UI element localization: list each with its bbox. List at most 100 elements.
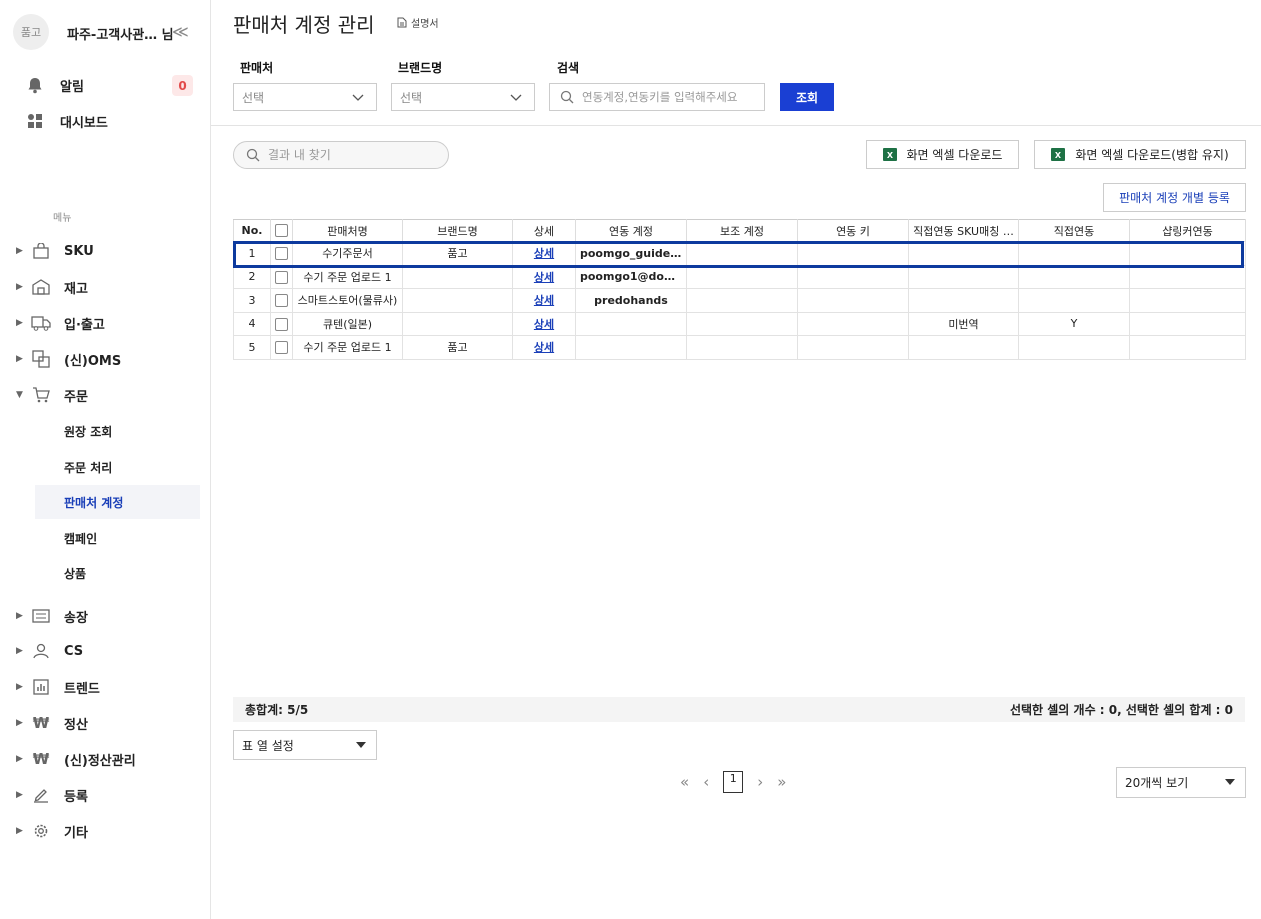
nav-label: (신)OMS [64, 353, 122, 369]
cell-detail-link[interactable]: 상세 [512, 288, 576, 313]
cell-checkbox[interactable] [270, 335, 293, 360]
col-header-detail[interactable]: 상세 [512, 219, 576, 242]
alerts-item[interactable]: 알림 [24, 73, 84, 97]
svg-text:X: X [1055, 151, 1062, 160]
current-page[interactable]: 1 [723, 771, 744, 793]
cell-checkbox[interactable] [270, 288, 293, 313]
cell-brand: 품고 [402, 335, 513, 360]
subnav-seller-account[interactable]: 판매처 계정 [35, 485, 200, 519]
chevron-right-icon: ▶ [16, 611, 23, 621]
seller-select-value: 선택 [242, 90, 265, 105]
prev-page-icon[interactable]: ‹ [703, 773, 709, 791]
total-count: 총합계: 5/5 [245, 703, 309, 717]
col-header-seller[interactable]: 판매처명 [292, 219, 403, 242]
nav-new-settlement[interactable]: ▶ ₩ (신)정산관리 [16, 747, 136, 771]
cell-detail-link[interactable]: 상세 [512, 311, 576, 336]
cell-detail-link[interactable]: 상세 [512, 335, 576, 360]
bag-icon [30, 242, 52, 260]
nav-label: 재고 [64, 281, 88, 297]
cell-sku-matching [908, 264, 1019, 289]
manual-link[interactable]: 설명서 [397, 15, 439, 30]
column-settings-select[interactable]: 표 열 설정 [233, 730, 377, 760]
table-row[interactable]: 3 스마트스토어(물류사) 상세 predohands [233, 288, 1246, 313]
nav-inout[interactable]: ▶ 입·출고 [16, 311, 105, 335]
nav-settlement[interactable]: ▶ ₩ 정산 [16, 711, 88, 735]
col-header-brand[interactable]: 브랜드명 [402, 219, 513, 242]
cell-detail-link[interactable]: 상세 [512, 264, 576, 289]
cell-account: predohands [575, 288, 687, 313]
dashboard-item[interactable]: 대시보드 [24, 109, 108, 133]
col-header-shoplinker[interactable]: 샵링커연동 [1129, 219, 1246, 242]
caret-down-icon [356, 742, 366, 748]
find-in-results-input[interactable] [268, 148, 438, 162]
brand-select[interactable]: 선택 [391, 83, 535, 111]
next-page-icon[interactable]: › [757, 773, 763, 791]
col-header-account[interactable]: 연동 계정 [575, 219, 687, 242]
nav-trend[interactable]: ▶ 트렌드 [16, 675, 100, 699]
table-row[interactable]: 2 수기 주문 업로드 1 상세 poomgo1@doha… [233, 264, 1246, 289]
table-row[interactable]: 1 수기주문서 품고 상세 poomgo_guide@… [233, 241, 1246, 266]
col-header-key[interactable]: 연동 키 [797, 219, 909, 242]
seller-select[interactable]: 선택 [233, 83, 377, 111]
nav-label: (신)정산관리 [64, 753, 136, 769]
select-all-checkbox[interactable] [275, 224, 288, 238]
nav-inventory[interactable]: ▶ 재고 [16, 275, 88, 299]
subnav-campaign[interactable]: 캠페인 [35, 521, 200, 555]
gear-icon [30, 822, 52, 840]
cell-no: 3 [233, 288, 271, 313]
truck-icon [30, 314, 52, 332]
cell-seller: 수기주문서 [292, 241, 403, 266]
nav-label: 주문 [64, 389, 88, 405]
subnav-order-processing[interactable]: 주문 처리 [35, 450, 200, 484]
nav-etc[interactable]: ▶ 기타 [16, 819, 88, 843]
company-name[interactable]: 파주-고객사관… 님 [67, 24, 174, 43]
subnav-products[interactable]: 상품 [35, 556, 200, 590]
cell-seller: 큐텐(일본) [292, 311, 403, 336]
nav-orders[interactable]: ▼ 주문 [16, 383, 88, 407]
last-page-icon[interactable]: » [777, 773, 786, 791]
row-checkbox[interactable] [275, 270, 288, 284]
excel-download-button[interactable]: X 화면 엑셀 다운로드 [866, 140, 1019, 169]
sidebar: 품고 파주-고객사관… 님 ≪ 알림 0 대시보드 메뉴 ▶ SKU ▶ 재고 … [0, 0, 211, 919]
table-row[interactable]: 5 수기 주문 업로드 1 품고 상세 [233, 335, 1246, 360]
chevron-right-icon: ▶ [16, 318, 23, 328]
table-row[interactable]: 4 큐텐(일본) 상세 미번역 Y [233, 311, 1246, 336]
row-checkbox[interactable] [275, 317, 288, 331]
row-checkbox[interactable] [275, 247, 288, 260]
cart-icon [30, 386, 52, 404]
nav-sku[interactable]: ▶ SKU [16, 239, 94, 263]
row-checkbox[interactable] [275, 294, 288, 307]
col-header-sku-matching[interactable]: 직접연동 SKU매칭 … [908, 219, 1019, 242]
col-header-select-all[interactable] [270, 219, 293, 242]
first-page-icon[interactable]: « [680, 773, 689, 791]
col-header-no[interactable]: No. [233, 219, 271, 242]
page-size-select[interactable]: 20개씩 보기 [1116, 767, 1246, 798]
nav-new-oms[interactable]: ▶ (신)OMS [16, 347, 121, 371]
nav-label: 정산 [64, 717, 88, 733]
cell-key [797, 288, 909, 313]
cell-checkbox[interactable] [270, 241, 293, 266]
cell-direct: Y [1018, 311, 1130, 336]
nav-cs[interactable]: ▶ CS [16, 639, 83, 663]
alerts-count-badge: 0 [172, 75, 193, 96]
cell-key [797, 335, 909, 360]
row-checkbox[interactable] [275, 341, 288, 354]
nav-invoice[interactable]: ▶ 송장 [16, 604, 88, 628]
cell-sub-account [686, 335, 798, 360]
cell-detail-link[interactable]: 상세 [512, 241, 576, 266]
search-button[interactable]: 조회 [780, 83, 834, 111]
cell-checkbox[interactable] [270, 311, 293, 336]
search-input[interactable] [582, 90, 757, 104]
register-account-button[interactable]: 판매처 계정 개별 등록 [1103, 183, 1246, 212]
col-header-sub-account[interactable]: 보조 계정 [686, 219, 798, 242]
cell-checkbox[interactable] [270, 264, 293, 289]
nav-register[interactable]: ▶ 등록 [16, 783, 88, 807]
chevron-down-icon: ▼ [16, 390, 23, 400]
excel-download-merged-button[interactable]: X 화면 엑셀 다운로드(병합 유지) [1034, 140, 1246, 169]
svg-text:X: X [886, 151, 893, 160]
col-header-direct[interactable]: 직접연동 [1018, 219, 1130, 242]
subnav-ledger[interactable]: 원장 조회 [35, 414, 200, 448]
collapse-sidebar-icon[interactable]: ≪ [172, 22, 189, 41]
avatar[interactable]: 품고 [13, 14, 49, 50]
table-header-row: No. 판매처명 브랜드명 상세 연동 계정 보조 계정 연동 키 직접연동 S… [233, 219, 1246, 242]
